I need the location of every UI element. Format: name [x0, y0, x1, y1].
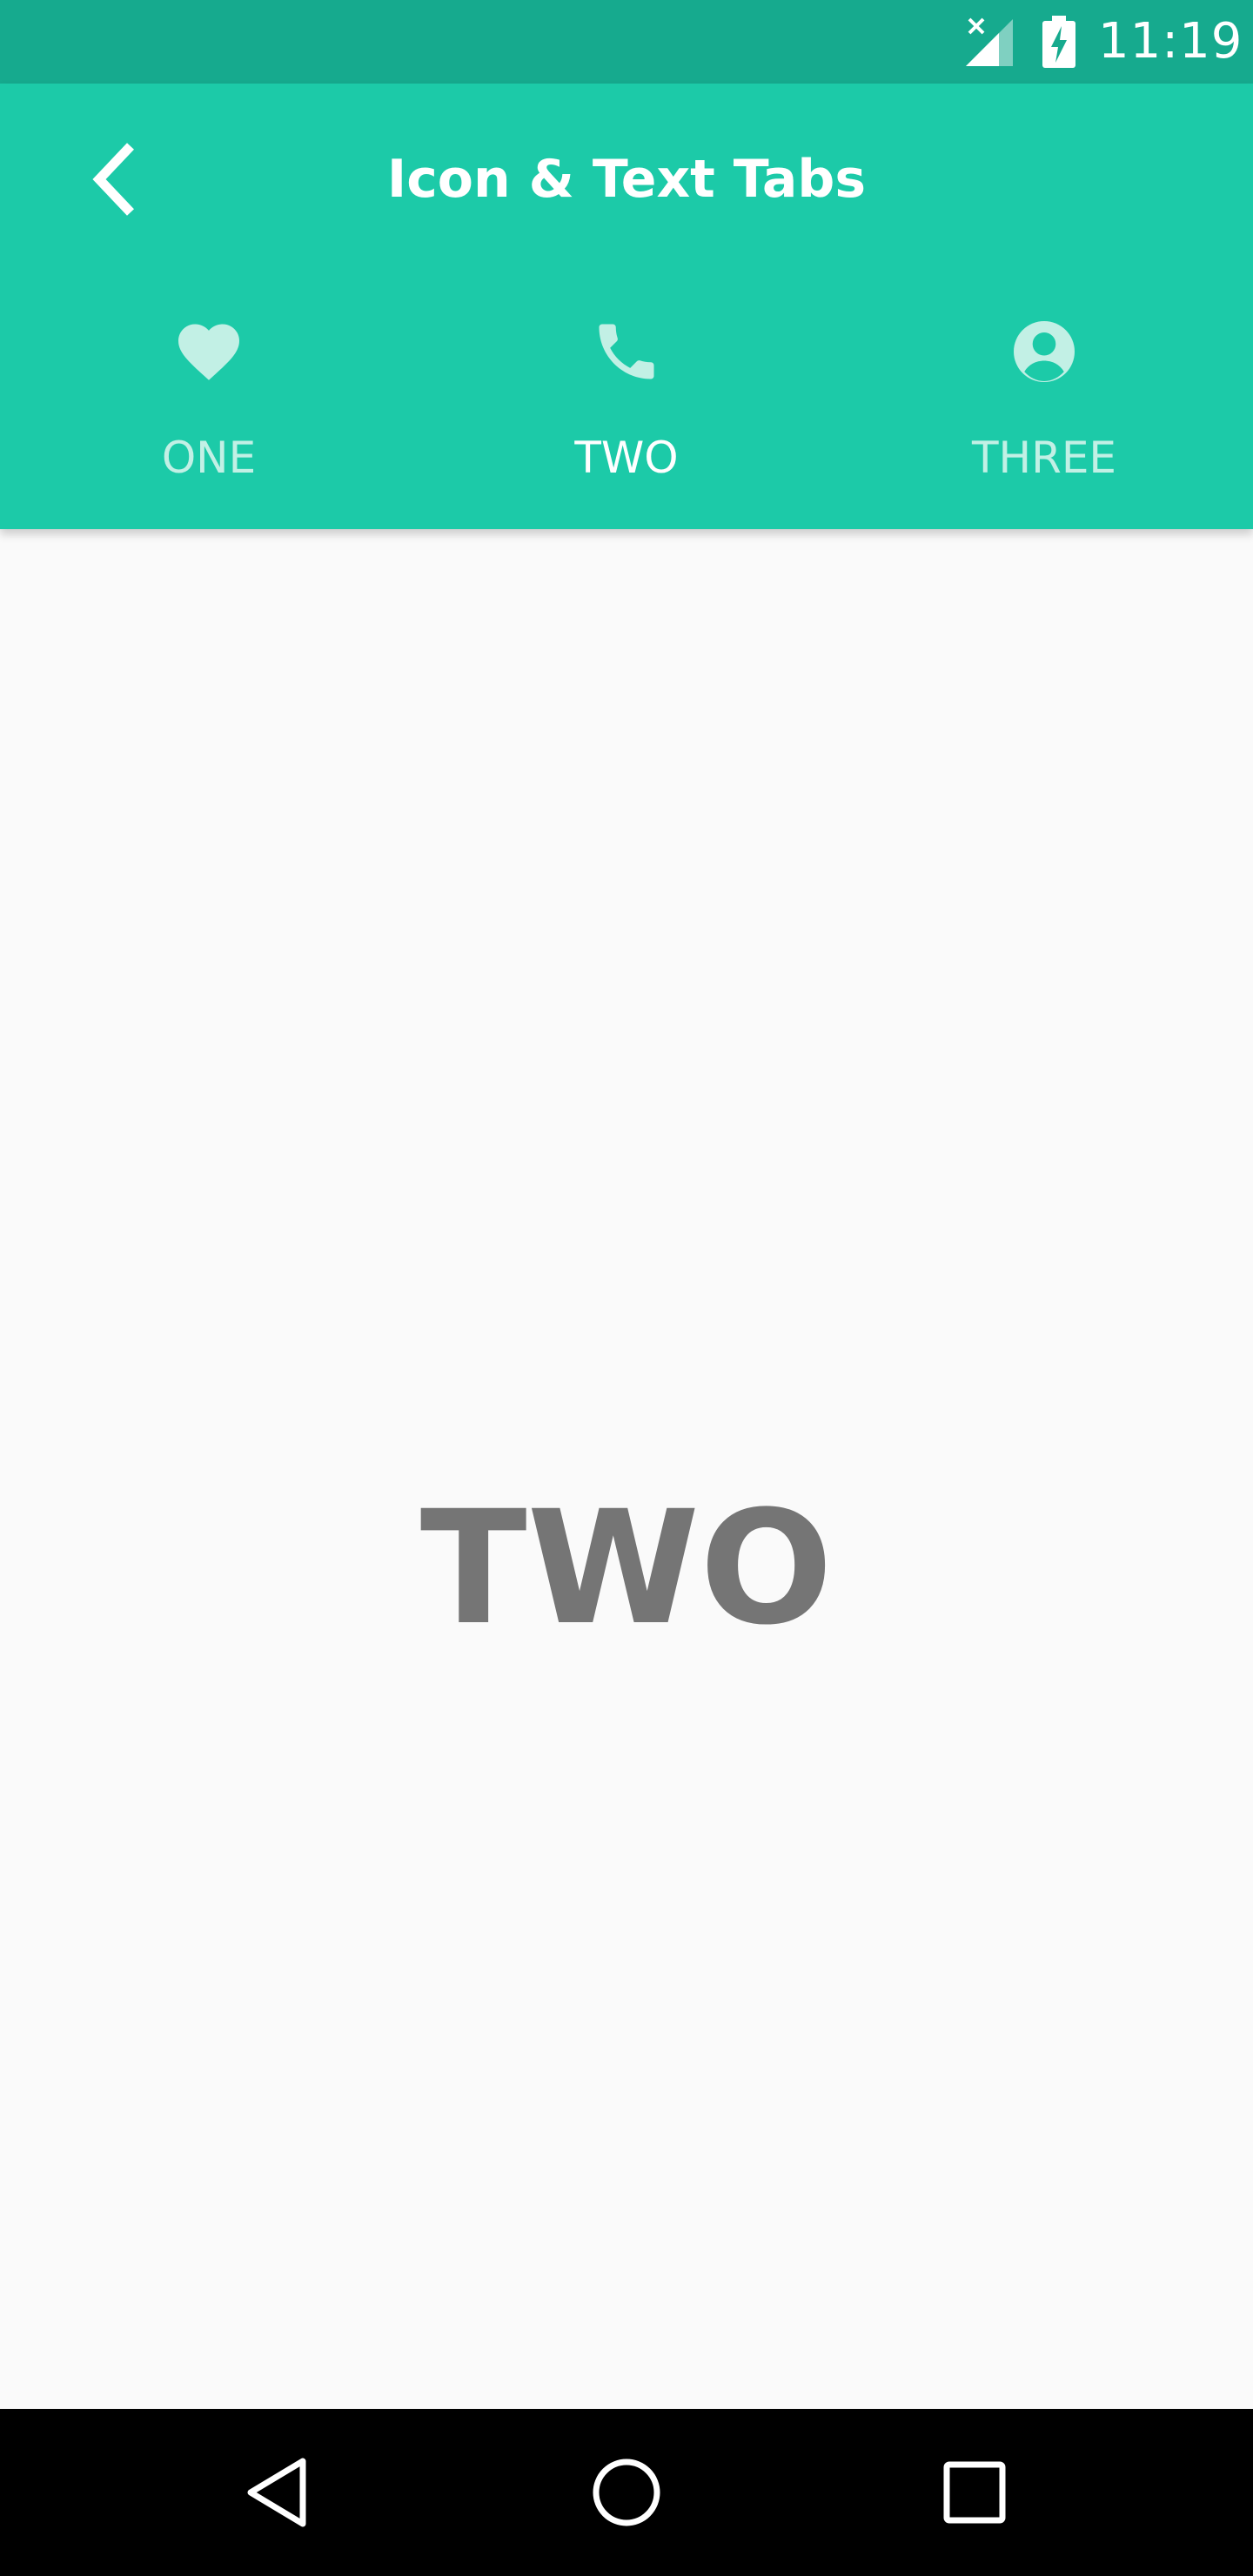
page-title: Icon & Text Tabs: [386, 149, 867, 210]
signal-no-data-icon: [966, 17, 1013, 66]
battery-charging-icon: [1042, 16, 1075, 68]
circle-home-icon: [593, 2459, 660, 2526]
content-text: TWO: [419, 1478, 834, 1660]
tab-content: TWO: [0, 529, 1253, 2409]
navigation-bar: [0, 2409, 1253, 2576]
tab-two-label: TWO: [574, 433, 679, 483]
screen: 11:19 Icon & Text Tabs ONE TWO THREE TWO: [0, 0, 1253, 2576]
app-bar: Icon & Text Tabs ONE TWO THREE: [0, 84, 1253, 529]
nav-back-button[interactable]: [226, 2440, 331, 2545]
tab-two[interactable]: TWO: [418, 306, 835, 529]
nav-home-button[interactable]: [574, 2440, 679, 2545]
account-circle-icon: [1014, 321, 1075, 382]
heart-icon: [178, 324, 239, 380]
phone-icon: [599, 324, 654, 379]
square-recents-icon: [943, 2461, 1006, 2524]
tab-one-label: ONE: [161, 433, 257, 483]
status-bar: 11:19: [0, 0, 1253, 84]
status-time: 11:19: [1098, 13, 1243, 70]
tab-one[interactable]: ONE: [0, 306, 418, 529]
tab-three[interactable]: THREE: [835, 306, 1253, 529]
tab-three-label: THREE: [971, 433, 1117, 483]
tab-bar: ONE TWO THREE: [0, 306, 1253, 529]
triangle-back-icon: [247, 2458, 306, 2527]
nav-recents-button[interactable]: [922, 2440, 1027, 2545]
